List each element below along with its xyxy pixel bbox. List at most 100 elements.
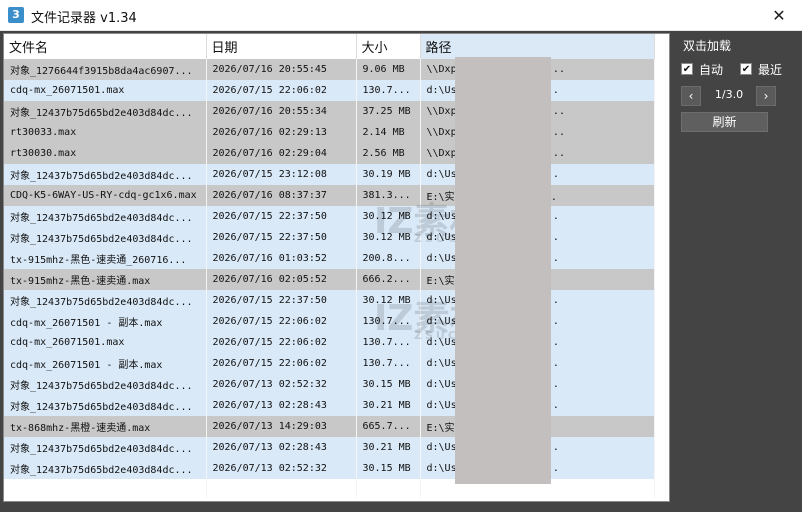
date-cell: 2026/07/16 02:05:52 bbox=[206, 269, 357, 290]
size-cell: 30.21 MB bbox=[356, 395, 421, 416]
table-row[interactable]: tx-915mhz-黑色-速卖通.max 2026/07/16 02:05:52 6… bbox=[4, 269, 655, 290]
size-cell: 30.15 MB bbox=[356, 374, 421, 395]
size-cell: 200.8... bbox=[356, 248, 421, 269]
table-row[interactable]: 对象_12437b75d65bd2e403d84dc... 2026/07/13 … bbox=[4, 395, 655, 416]
date-cell: 2026/07/16 20:55:45 bbox=[206, 59, 357, 80]
file-name-cell: 对象_12437b75d65bd2e403d84dc... bbox=[4, 458, 207, 479]
table-row[interactable]: 对象_12437b75d65bd2e403d84dc... 2026/07/16 … bbox=[4, 101, 655, 122]
size-cell: 666.2... bbox=[356, 269, 421, 290]
file-name-cell: cdq-mx_26071501 - 副本.max bbox=[4, 353, 207, 374]
file-name-cell: 对象_1276644f3915b8da4ac6907... bbox=[4, 59, 207, 80]
empty-cell bbox=[356, 479, 421, 498]
table-row[interactable]: cdq-mx_26071501 - 副本.max 2026/07/15 22:06… bbox=[4, 353, 655, 374]
date-cell: 2026/07/15 22:37:50 bbox=[206, 290, 357, 311]
table-row[interactable]: rt30033.max 2026/07/16 02:29:13 2.14 MB \\D… bbox=[4, 122, 655, 143]
date-cell: 2026/07/16 20:55:34 bbox=[206, 101, 357, 122]
table-row[interactable]: rt30030.max 2026/07/16 02:29:04 2.56 MB \\D… bbox=[4, 143, 655, 164]
date-cell: 2026/07/15 22:06:02 bbox=[206, 311, 357, 332]
recent-checkbox[interactable]: ✔ 最近 bbox=[740, 61, 790, 77]
file-name-cell: rt30033.max bbox=[4, 122, 207, 143]
file-name-cell: 对象_12437b75d65bd2e403d84dc... bbox=[4, 374, 207, 395]
date-cell: 2026/07/13 02:52:32 bbox=[206, 374, 357, 395]
file-name-cell: cdq-mx_26071501.max bbox=[4, 332, 207, 353]
date-cell: 2026/07/16 01:03:52 bbox=[206, 248, 357, 269]
table-body: 对象_1276644f3915b8da4ac6907... 2026/07/16 … bbox=[4, 59, 655, 498]
size-cell: 30.15 MB bbox=[356, 458, 421, 479]
table-row[interactable]: tx-868mhz-黑橙-速卖通.max 2026/07/13 14:29:03 6… bbox=[4, 416, 655, 437]
date-cell: 2026/07/15 23:12:08 bbox=[206, 164, 357, 185]
file-name-cell: cdq-mx_26071501 - 副本.max bbox=[4, 311, 207, 332]
file-name-cell: tx-915mhz-黑色-速卖通.max bbox=[4, 269, 207, 290]
empty-row bbox=[4, 479, 655, 498]
file-name-cell: 对象_12437b75d65bd2e403d84dc... bbox=[4, 437, 207, 458]
file-name-cell: 对象_12437b75d65bd2e403d84dc... bbox=[4, 101, 207, 122]
empty-cell bbox=[206, 479, 357, 498]
date-cell: 2026/07/15 22:06:02 bbox=[206, 353, 357, 374]
file-name-cell: 对象_12437b75d65bd2e403d84dc... bbox=[4, 206, 207, 227]
side-panel: 双击加载 ✔ 自动 ✔ 最近 ‹ 1/3.0 › 刷新 bbox=[670, 31, 802, 512]
table-row[interactable]: 对象_12437b75d65bd2e403d84dc... 2026/07/13 … bbox=[4, 437, 655, 458]
table-header: 文件名 日期 大小 路径 bbox=[4, 34, 655, 59]
file-list[interactable]: 文件名 日期 大小 路径 对象_1276644f3915b8da4ac6907.… bbox=[3, 33, 670, 502]
file-name-cell: tx-915mhz-黑色-速卖通_260716... bbox=[4, 248, 207, 269]
page-indicator: 1/3.0 bbox=[714, 88, 744, 101]
check-icon: ✔ bbox=[740, 63, 752, 75]
date-cell: 2026/07/15 22:06:02 bbox=[206, 80, 357, 101]
window-title: 文件记录器 v1.34 bbox=[31, 11, 137, 26]
recent-label: 最近 bbox=[758, 63, 783, 77]
table-row[interactable]: tx-915mhz-黑色-速卖通_260716... 2026/07/16 01:… bbox=[4, 248, 655, 269]
size-cell: 130.7... bbox=[356, 80, 421, 101]
column-header-date[interactable]: 日期 bbox=[206, 34, 357, 59]
next-page-button[interactable]: › bbox=[756, 86, 776, 106]
date-cell: 2026/07/13 02:28:43 bbox=[206, 395, 357, 416]
table-row[interactable]: cdq-mx_26071501 - 副本.max 2026/07/15 22:06… bbox=[4, 311, 655, 332]
date-cell: 2026/07/16 02:29:04 bbox=[206, 143, 357, 164]
size-cell: 37.25 MB bbox=[356, 101, 421, 122]
table-row[interactable]: 对象_12437b75d65bd2e403d84dc... 2026/07/15 … bbox=[4, 290, 655, 311]
empty-cell bbox=[4, 479, 207, 498]
file-name-cell: rt30030.max bbox=[4, 143, 207, 164]
table-row[interactable]: cdq-mx_26071501.max 2026/07/15 22:06:02 13… bbox=[4, 332, 655, 353]
auto-checkbox[interactable]: ✔ 自动 bbox=[681, 61, 731, 77]
table-row[interactable]: 对象_1276644f3915b8da4ac6907... 2026/07/16 … bbox=[4, 59, 655, 80]
size-cell: 30.21 MB bbox=[356, 437, 421, 458]
check-icon: ✔ bbox=[681, 63, 693, 75]
size-cell: 665.7... bbox=[356, 416, 421, 437]
chevron-right-icon: › bbox=[763, 89, 769, 103]
date-cell: 2026/07/16 08:37:37 bbox=[206, 185, 357, 206]
table-row[interactable]: 对象_12437b75d65bd2e403d84dc... 2026/07/15 … bbox=[4, 206, 655, 227]
size-cell: 2.56 MB bbox=[356, 143, 421, 164]
redaction-mask bbox=[455, 57, 551, 484]
app-icon: 3 bbox=[8, 7, 24, 23]
size-cell: 9.06 MB bbox=[356, 59, 421, 80]
column-header-size[interactable]: 大小 bbox=[356, 34, 421, 59]
column-header-name[interactable]: 文件名 bbox=[4, 34, 207, 59]
date-cell: 2026/07/15 22:37:50 bbox=[206, 206, 357, 227]
title-bar: 3 文件记录器 v1.34 ✕ bbox=[0, 0, 802, 31]
auto-label: 自动 bbox=[699, 63, 724, 77]
column-header-path[interactable]: 路径 bbox=[420, 34, 655, 59]
size-cell: 130.7... bbox=[356, 353, 421, 374]
prev-page-button[interactable]: ‹ bbox=[681, 86, 701, 106]
file-name-cell: CDQ-K5-6WAY-US-RY-cdq-gc1x6.max bbox=[4, 185, 207, 206]
file-name-cell: 对象_12437b75d65bd2e403d84dc... bbox=[4, 227, 207, 248]
file-name-cell: 对象_12437b75d65bd2e403d84dc... bbox=[4, 290, 207, 311]
date-cell: 2026/07/13 14:29:03 bbox=[206, 416, 357, 437]
file-name-cell: 对象_12437b75d65bd2e403d84dc... bbox=[4, 164, 207, 185]
table-row[interactable]: 对象_12437b75d65bd2e403d84dc... 2026/07/13 … bbox=[4, 458, 655, 479]
file-name-cell: tx-868mhz-黑橙-速卖通.max bbox=[4, 416, 207, 437]
date-cell: 2026/07/15 22:06:02 bbox=[206, 332, 357, 353]
close-icon[interactable]: ✕ bbox=[756, 0, 802, 31]
chevron-left-icon: ‹ bbox=[688, 89, 694, 103]
refresh-button[interactable]: 刷新 bbox=[681, 112, 768, 132]
table-row[interactable]: 对象_12437b75d65bd2e403d84dc... 2026/07/15 … bbox=[4, 227, 655, 248]
table-row[interactable]: 对象_12437b75d65bd2e403d84dc... 2026/07/13 … bbox=[4, 374, 655, 395]
table-row[interactable]: cdq-mx_26071501.max 2026/07/15 22:06:02 13… bbox=[4, 80, 655, 101]
date-cell: 2026/07/13 02:52:32 bbox=[206, 458, 357, 479]
table-row[interactable]: 对象_12437b75d65bd2e403d84dc... 2026/07/15 … bbox=[4, 164, 655, 185]
table-row[interactable]: CDQ-K5-6WAY-US-RY-cdq-gc1x6.max 2026/07/1… bbox=[4, 185, 655, 206]
file-name-cell: 对象_12437b75d65bd2e403d84dc... bbox=[4, 395, 207, 416]
double-click-load-label: 双击加载 bbox=[683, 39, 732, 53]
date-cell: 2026/07/13 02:28:43 bbox=[206, 437, 357, 458]
file-name-cell: cdq-mx_26071501.max bbox=[4, 80, 207, 101]
